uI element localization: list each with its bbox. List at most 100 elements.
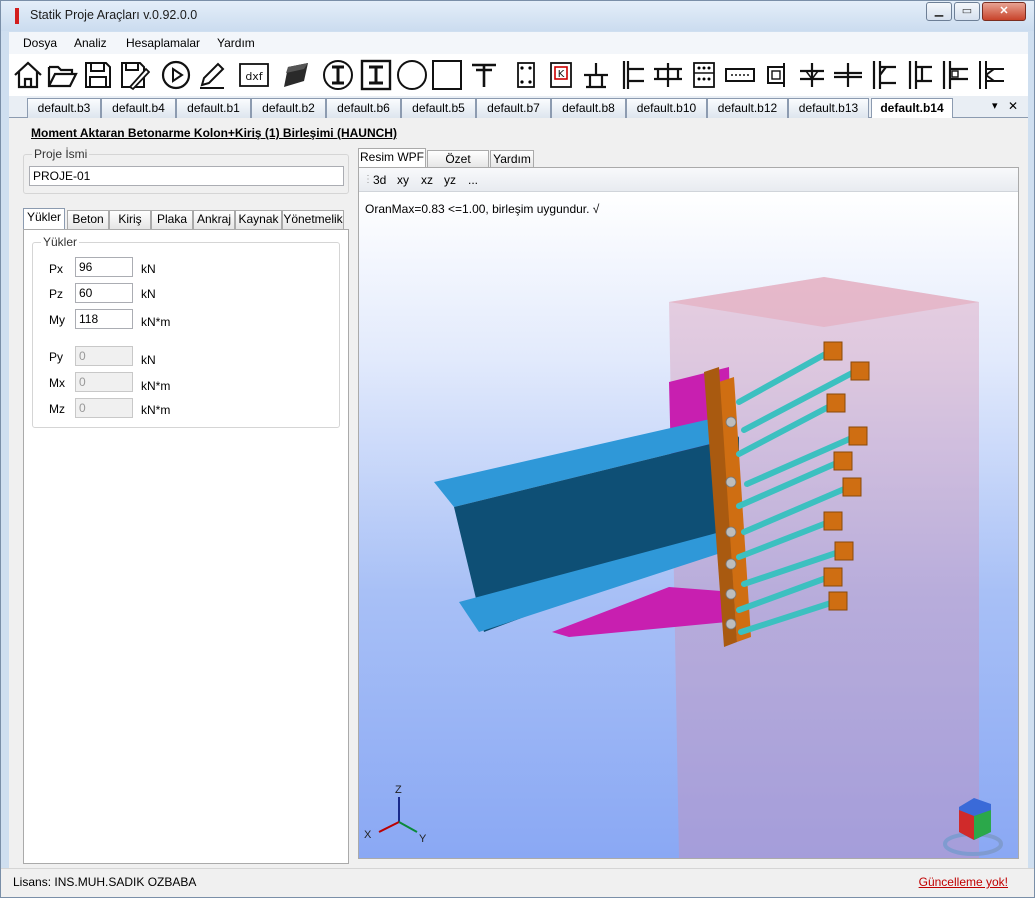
py-label: Py [49,350,64,364]
axis-triad: Z X Y [364,784,427,845]
doc-tab[interactable]: default.b6 [326,98,401,118]
edit-icon[interactable] [195,58,229,92]
double-column-icon[interactable] [975,58,1009,92]
base-plate-icon[interactable] [687,58,721,92]
doc-tab-active[interactable]: default.b14 [871,98,953,119]
square-section-icon[interactable] [430,58,464,92]
mx-label: Mx [49,376,65,390]
status-bar: Lisans: INS.MUH.SADIK OZBABA Güncelleme … [1,868,1034,897]
open-folder-icon[interactable] [45,58,79,92]
svg-text:X: X [364,829,372,841]
doc-tab[interactable]: default.b10 [626,98,707,118]
app-window: Statik Proje Araçları v.0.92.0.0 ▁ ▭ ✕ D… [0,0,1035,898]
dxf-icon[interactable]: dxf [237,58,271,92]
mz-input [75,398,133,418]
mz-unit: kN*m [141,403,171,417]
license-text: Lisans: INS.MUH.SADIK OZBABA [13,875,197,889]
menu-dosya[interactable]: Dosya [23,36,57,50]
px-input[interactable] [75,257,133,277]
k-brace-icon[interactable]: K [544,58,578,92]
pz-unit: kN [141,287,156,301]
beam-column-icon[interactable] [579,58,613,92]
tab-ozet-rapor[interactable]: Özet Rapor [427,150,489,182]
tab-list-icon[interactable]: ▾ [992,99,998,112]
tab-kiris[interactable]: Kiriş [109,210,151,229]
svg-text:K: K [558,69,565,80]
tab-yukler[interactable]: Yükler [23,208,65,230]
menu-yardim[interactable]: Yardım [217,36,255,50]
doc-tab[interactable]: default.b8 [551,98,626,118]
grip-icon: ⋮ [363,174,373,185]
shear-tab-icon[interactable] [867,58,901,92]
title-bar[interactable]: Statik Proje Araçları v.0.92.0.0 ▁ ▭ ✕ [1,1,1034,31]
minimize-button[interactable]: ▁ [926,2,952,21]
loads-group: Yükler Px kN Pz kN My kN*m Py kN Mx kN*m… [32,235,340,428]
left-tabs: Yükler Beton Kiriş Plaka Ankraj Kaynak Y… [23,208,349,230]
menu-hesaplamalar[interactable]: Hesaplamalar [126,36,200,50]
my-input[interactable] [75,309,133,329]
close-button[interactable]: ✕ [982,2,1026,21]
column-splice-icon[interactable] [615,58,649,92]
tab-close-icon[interactable]: ✕ [1008,99,1018,113]
i-beam-circle-icon[interactable] [321,58,355,92]
client-area: Moment Aktaran Betonarme Kolon+Kiriş (1)… [9,118,1028,868]
page-title: Moment Aktaran Betonarme Kolon+Kiriş (1)… [31,126,397,140]
svg-text:Y: Y [419,833,427,845]
tab-plaka[interactable]: Plaka [151,210,193,229]
doc-tab[interactable]: default.b13 [788,98,869,118]
view-xy-button[interactable]: xy [397,173,409,187]
svg-text:Z: Z [395,784,402,796]
tab-yonetmelik[interactable]: Yönetmelik [282,210,344,229]
home-icon[interactable] [11,58,45,92]
view-3d-button[interactable]: 3d [373,173,386,187]
menu-analiz[interactable]: Analiz [74,36,107,50]
material-icon[interactable] [279,58,313,92]
stiffened-plate-icon[interactable] [723,58,757,92]
tab-resim-wpf[interactable]: Resim WPF [358,148,426,168]
moment-end-icon[interactable] [903,58,937,92]
model-scene[interactable]: OranMax=0.83 <=1.00, birleşim uygundur. … [359,192,1018,858]
svg-text:dxf: dxf [245,70,263,83]
doc-tab[interactable]: default.b5 [401,98,476,118]
doc-tab[interactable]: default.b2 [251,98,326,118]
maximize-button[interactable]: ▭ [954,2,980,21]
doc-tab[interactable]: default.b12 [707,98,788,118]
mz-label: Mz [49,402,65,416]
view-xz-button[interactable]: xz [421,173,433,187]
doc-tab[interactable]: default.b4 [101,98,176,118]
view-yz-button[interactable]: yz [444,173,456,187]
doc-tab[interactable]: default.b7 [476,98,551,118]
connection-model: Z X Y [364,277,1003,858]
doc-tab[interactable]: default.b1 [176,98,251,118]
pz-input[interactable] [75,283,133,303]
beam-to-beam-icon[interactable] [831,58,865,92]
beam-splice-icon[interactable] [651,58,685,92]
tab-kaynak[interactable]: Kaynak [235,210,282,229]
project-label: Proje İsmi [32,147,90,161]
view-tabs: Resim WPF Özet Rapor Yardım [358,148,538,182]
run-icon[interactable] [159,58,193,92]
flange-plate-icon[interactable] [795,58,829,92]
project-name-input[interactable] [29,166,344,186]
window-title: Statik Proje Araçları v.0.92.0.0 [30,8,198,22]
3d-viewport: ⋮ 3d xy xz yz ... OranMax=0.83 <=1.00, b… [358,167,1019,859]
doc-tab[interactable]: default.b3 [27,98,101,118]
tab-yardim[interactable]: Yardım [490,150,534,168]
save-as-icon[interactable] [117,58,151,92]
tab-ankraj[interactable]: Ankraj [193,210,235,229]
column-base-icon[interactable] [509,58,543,92]
view-toolbar: ⋮ 3d xy xz yz ... [359,168,1018,192]
py-input [75,346,133,366]
end-plate-icon[interactable] [759,58,793,92]
haunch-icon[interactable] [939,58,973,92]
t-beam-icon[interactable] [467,58,501,92]
app-icon [15,8,19,24]
tab-beton[interactable]: Beton [67,210,109,229]
circle-section-icon[interactable] [395,58,429,92]
px-label: Px [49,262,64,276]
i-beam-square-icon[interactable] [359,58,393,92]
update-link[interactable]: Güncelleme yok! [919,875,1008,889]
save-icon[interactable] [81,58,115,92]
loads-panel: Yükler Px kN Pz kN My kN*m Py kN Mx kN*m… [23,229,349,864]
view-more-button[interactable]: ... [468,173,478,187]
